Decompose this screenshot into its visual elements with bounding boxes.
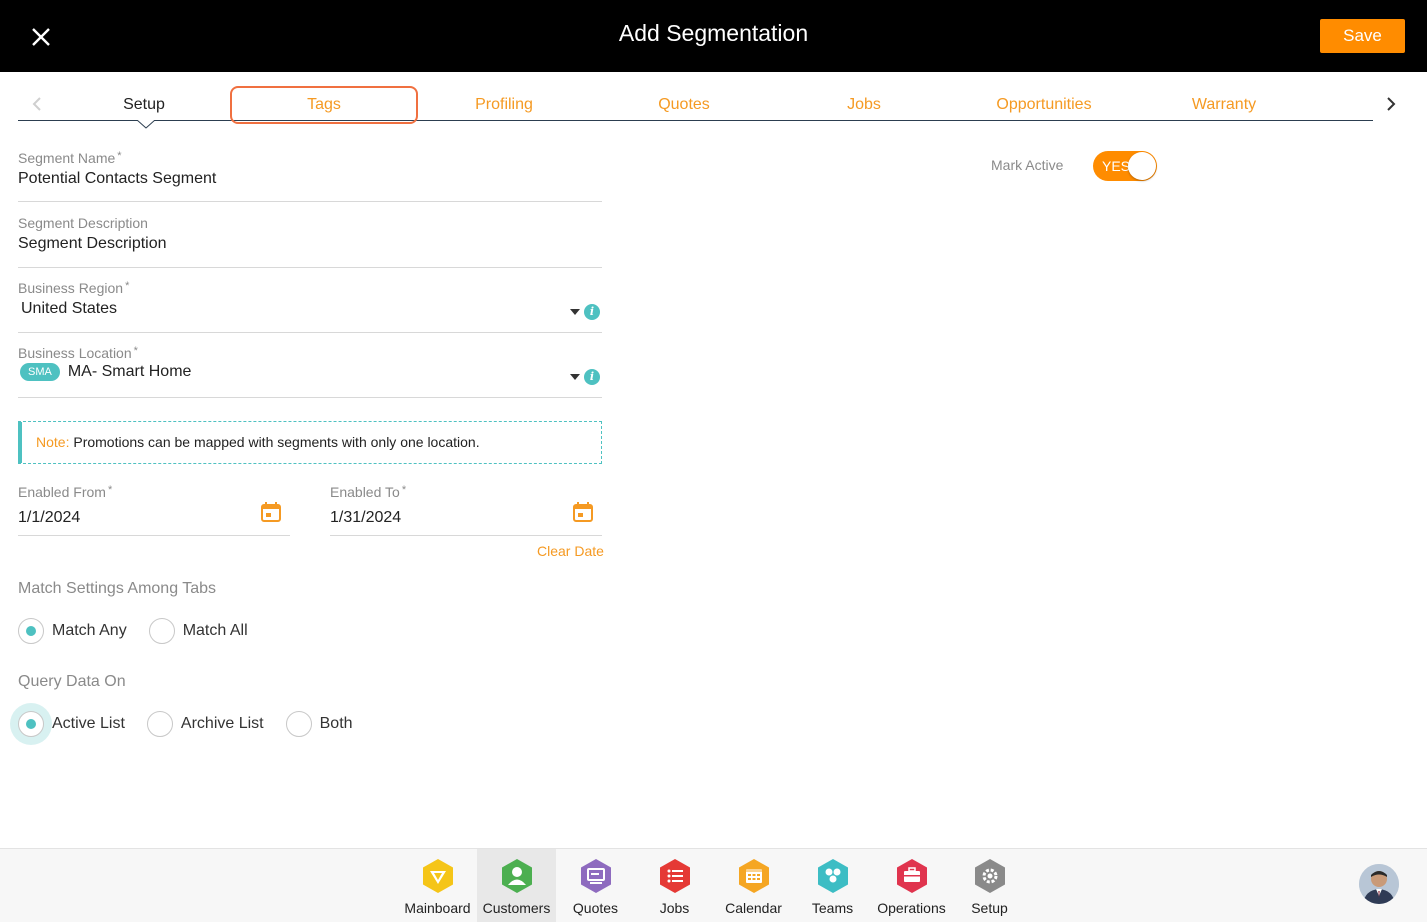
required-mark: * bbox=[133, 345, 138, 357]
chevron-right-icon[interactable] bbox=[1381, 94, 1401, 114]
mark-active-label: Mark Active bbox=[991, 157, 1064, 173]
quotes-icon bbox=[581, 859, 611, 893]
radio-unchecked-icon[interactable] bbox=[148, 618, 175, 644]
query-data-title: Query Data On bbox=[18, 673, 126, 690]
page-title: Add Segmentation bbox=[618, 20, 809, 46]
enabled-to-field[interactable]: Enabled To * 1/31/2024 bbox=[330, 484, 602, 536]
toggle-text: YES bbox=[1102, 158, 1131, 174]
segment-description-field[interactable]: Segment Description Segment Description bbox=[18, 215, 602, 268]
segment-name-field[interactable]: Segment Name * Potential Contacts Segment bbox=[18, 150, 602, 202]
required-mark: * bbox=[107, 484, 113, 496]
info-icon[interactable]: i bbox=[584, 369, 600, 385]
radio-label: Match All bbox=[182, 622, 248, 639]
query-data-group: Active List Archive List Both bbox=[10, 703, 375, 745]
header-bar: Add Segmentation Save bbox=[0, 0, 1427, 72]
teams-icon bbox=[818, 859, 848, 893]
tab-quotes[interactable]: Quotes bbox=[594, 96, 774, 114]
avatar[interactable] bbox=[1359, 864, 1399, 904]
clear-date-link[interactable]: Clear Date bbox=[537, 543, 604, 559]
nav-label: Calendar bbox=[725, 900, 782, 916]
match-all-radio[interactable]: Match All bbox=[148, 618, 248, 644]
nav-operations[interactable]: Operations bbox=[872, 849, 951, 922]
tab-warranty[interactable]: Warranty bbox=[1134, 96, 1314, 114]
nav-calendar[interactable]: Calendar bbox=[714, 849, 793, 922]
nav-mainboard[interactable]: Mainboard bbox=[398, 849, 477, 922]
calendar-icon bbox=[739, 859, 769, 893]
tab-setup[interactable]: Setup bbox=[54, 96, 234, 114]
radio-label: Match Any bbox=[52, 622, 127, 639]
segment-name-label: Segment Name bbox=[18, 150, 116, 166]
tab-bar: Setup Tags Profiling Quotes Jobs Opportu… bbox=[0, 72, 1427, 130]
business-location-select[interactable]: Business Location * SMA MA- Smart Home i bbox=[18, 345, 602, 398]
tab-tags[interactable]: Tags bbox=[234, 96, 414, 114]
save-button[interactable]: Save bbox=[1320, 19, 1405, 53]
chevron-left-icon[interactable] bbox=[28, 94, 48, 114]
radio-unchecked-icon[interactable] bbox=[146, 711, 173, 737]
enabled-to-input[interactable]: 1/31/2024 bbox=[330, 509, 602, 527]
note-box: Note: Promotions can be mapped with segm… bbox=[18, 421, 602, 464]
mainboard-icon bbox=[423, 859, 453, 893]
nav-label: Operations bbox=[877, 900, 946, 916]
note-text: Promotions can be mapped with segments w… bbox=[73, 434, 480, 450]
nav-label: Quotes bbox=[572, 900, 619, 916]
location-badge: SMA bbox=[20, 363, 60, 381]
radio-label: Archive List bbox=[180, 715, 264, 732]
business-region-value[interactable]: United States bbox=[18, 300, 602, 318]
both-radio[interactable]: Both bbox=[285, 711, 353, 737]
operations-icon bbox=[897, 859, 927, 893]
nav-label: Teams bbox=[811, 900, 854, 916]
tab-profiling[interactable]: Profiling bbox=[414, 96, 594, 114]
nav-label: Setup bbox=[971, 900, 1008, 916]
caret-down-icon[interactable] bbox=[570, 309, 580, 315]
active-list-radio[interactable]: Active List bbox=[10, 703, 125, 745]
match-any-radio[interactable]: Match Any bbox=[18, 618, 127, 644]
radio-label: Active List bbox=[52, 715, 125, 732]
tab-jobs[interactable]: Jobs bbox=[774, 96, 954, 114]
required-mark: * bbox=[125, 280, 130, 292]
required-mark: * bbox=[117, 150, 122, 162]
calendar-icon[interactable] bbox=[260, 501, 282, 523]
business-region-select[interactable]: Business Region * United States i bbox=[18, 280, 602, 333]
active-tab-indicator bbox=[137, 120, 155, 129]
enabled-from-label: Enabled From bbox=[18, 484, 106, 500]
bottom-nav-bar: Mainboard Customers Quotes Jobs Calendar… bbox=[0, 848, 1427, 922]
radio-checked-icon[interactable] bbox=[18, 618, 44, 644]
radio-unchecked-icon[interactable] bbox=[285, 711, 312, 737]
match-settings-title: Match Settings Among Tabs bbox=[18, 580, 217, 597]
note-label: Note: bbox=[36, 434, 70, 450]
radio-checked-icon[interactable] bbox=[18, 711, 44, 737]
nav-label: Jobs bbox=[659, 900, 690, 916]
customers-icon bbox=[502, 859, 532, 893]
business-location-value[interactable]: MA- Smart Home bbox=[68, 363, 192, 380]
jobs-icon bbox=[660, 859, 690, 893]
setup-icon bbox=[975, 859, 1005, 893]
nav-setup[interactable]: Setup bbox=[950, 849, 1029, 922]
archive-list-radio[interactable]: Archive List bbox=[146, 711, 264, 737]
tab-underline bbox=[18, 120, 1373, 121]
nav-customers[interactable]: Customers bbox=[477, 849, 556, 922]
caret-down-icon[interactable] bbox=[570, 374, 580, 380]
required-mark: * bbox=[401, 484, 407, 496]
segment-description-input[interactable]: Segment Description bbox=[18, 235, 602, 253]
segment-description-label: Segment Description bbox=[18, 215, 148, 231]
enabled-from-input[interactable]: 1/1/2024 bbox=[18, 509, 290, 527]
toggle-knob[interactable] bbox=[1128, 152, 1156, 180]
nav-quotes[interactable]: Quotes bbox=[556, 849, 635, 922]
nav-jobs[interactable]: Jobs bbox=[635, 849, 714, 922]
calendar-icon[interactable] bbox=[572, 501, 594, 523]
nav-label: Customers bbox=[482, 900, 551, 916]
radio-label: Both bbox=[319, 715, 353, 732]
enabled-from-field[interactable]: Enabled From * 1/1/2024 bbox=[18, 484, 290, 536]
match-settings-group: Match Any Match All bbox=[18, 618, 270, 644]
tab-opportunities[interactable]: Opportunities bbox=[954, 96, 1134, 114]
segment-name-input[interactable]: Potential Contacts Segment bbox=[18, 170, 602, 188]
business-location-label: Business Location bbox=[18, 345, 132, 361]
user-avatar-icon bbox=[1359, 864, 1399, 904]
mark-active-toggle[interactable]: YES bbox=[1093, 151, 1157, 181]
info-icon[interactable]: i bbox=[584, 304, 600, 320]
nav-teams[interactable]: Teams bbox=[793, 849, 872, 922]
nav-label: Mainboard bbox=[404, 900, 471, 916]
enabled-to-label: Enabled To bbox=[330, 484, 400, 500]
business-region-label: Business Region bbox=[18, 280, 124, 296]
